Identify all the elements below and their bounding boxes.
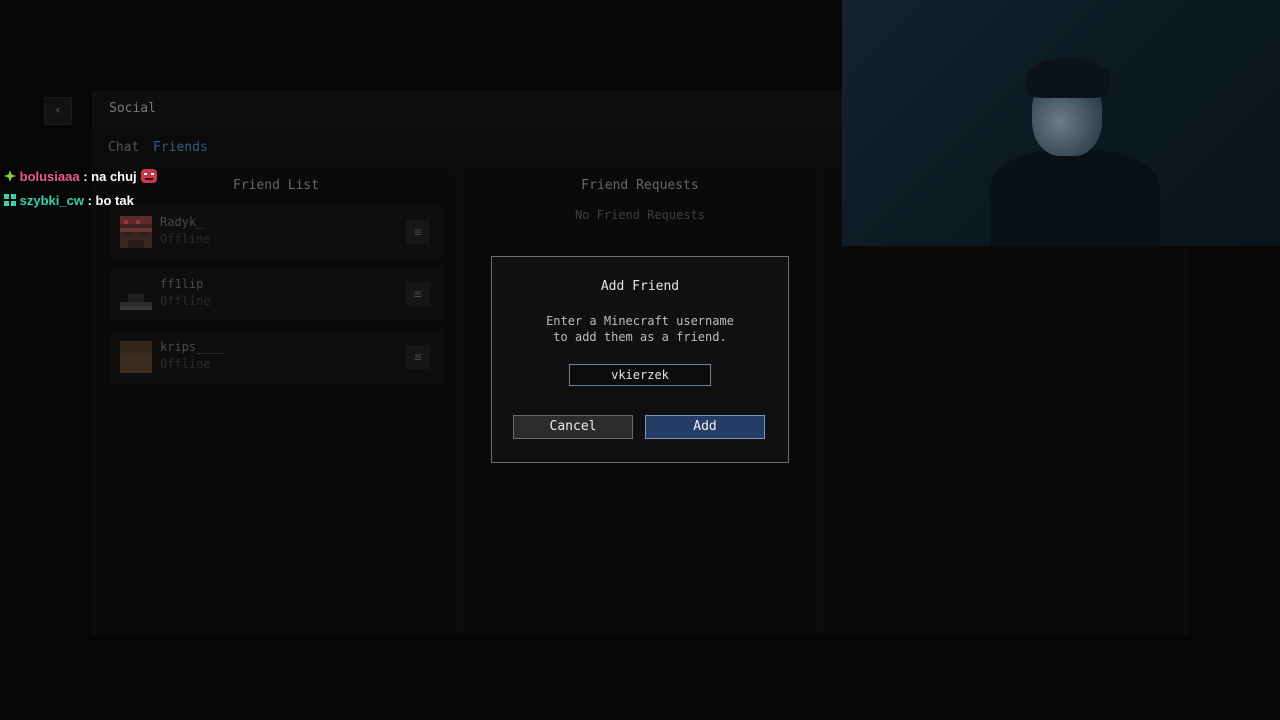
sparkle-icon	[4, 170, 16, 182]
webcam-person-hair	[1026, 58, 1110, 98]
avatar	[120, 341, 152, 373]
friend-status: Offline	[160, 232, 211, 246]
friend-row[interactable]: ff1lip Offline ≡	[110, 268, 444, 320]
chat-username: szybki_cw	[19, 193, 84, 208]
chat-message: szybki_cw : bo tak	[4, 193, 134, 208]
webcam-person-body	[990, 150, 1160, 246]
friend-name: krips____	[160, 340, 226, 354]
friend-status: Offline	[160, 357, 211, 371]
emote-icon	[141, 169, 158, 183]
avatar	[120, 216, 152, 248]
badge-icon	[4, 194, 16, 206]
chat-text: : bo tak	[87, 193, 134, 208]
tab-friends[interactable]: Friends	[153, 140, 208, 155]
username-input[interactable]	[569, 364, 711, 386]
dialog-title: Add Friend	[600, 279, 680, 294]
chat-username: bolusiaaa	[19, 169, 80, 184]
dialog-description-line-1: Enter a Minecraft username	[546, 314, 734, 328]
tab-chat[interactable]: Chat	[108, 140, 139, 155]
friend-requests-title: Friend Requests	[581, 178, 699, 193]
chevron-left-icon: ‹	[54, 103, 62, 118]
dialog-description-line-2: to add them as a friend.	[553, 330, 727, 344]
chat-text: : na chuj	[83, 169, 137, 184]
add-button[interactable]: Add	[645, 415, 765, 439]
chat-message: bolusiaaa : na chuj	[4, 168, 158, 184]
back-button[interactable]: ‹	[44, 97, 72, 125]
cancel-button[interactable]: Cancel	[513, 415, 633, 439]
friend-row[interactable]: Radyk_ Offline ≡	[110, 206, 444, 258]
friend-name: Radyk_	[160, 215, 204, 229]
menu-icon[interactable]: ≡	[406, 345, 430, 369]
menu-icon[interactable]: ≡	[406, 282, 430, 306]
page-title: Social	[109, 101, 156, 116]
dialog-description: Enter a Minecraft username to add them a…	[491, 313, 789, 345]
friend-status: Offline	[160, 294, 211, 308]
no-requests-text: No Friend Requests	[574, 208, 706, 222]
menu-icon[interactable]: ≡	[406, 220, 430, 244]
friend-name: ff1lip	[160, 277, 204, 291]
avatar	[120, 278, 152, 310]
friend-row[interactable]: krips____ Offline ≡	[110, 331, 444, 383]
